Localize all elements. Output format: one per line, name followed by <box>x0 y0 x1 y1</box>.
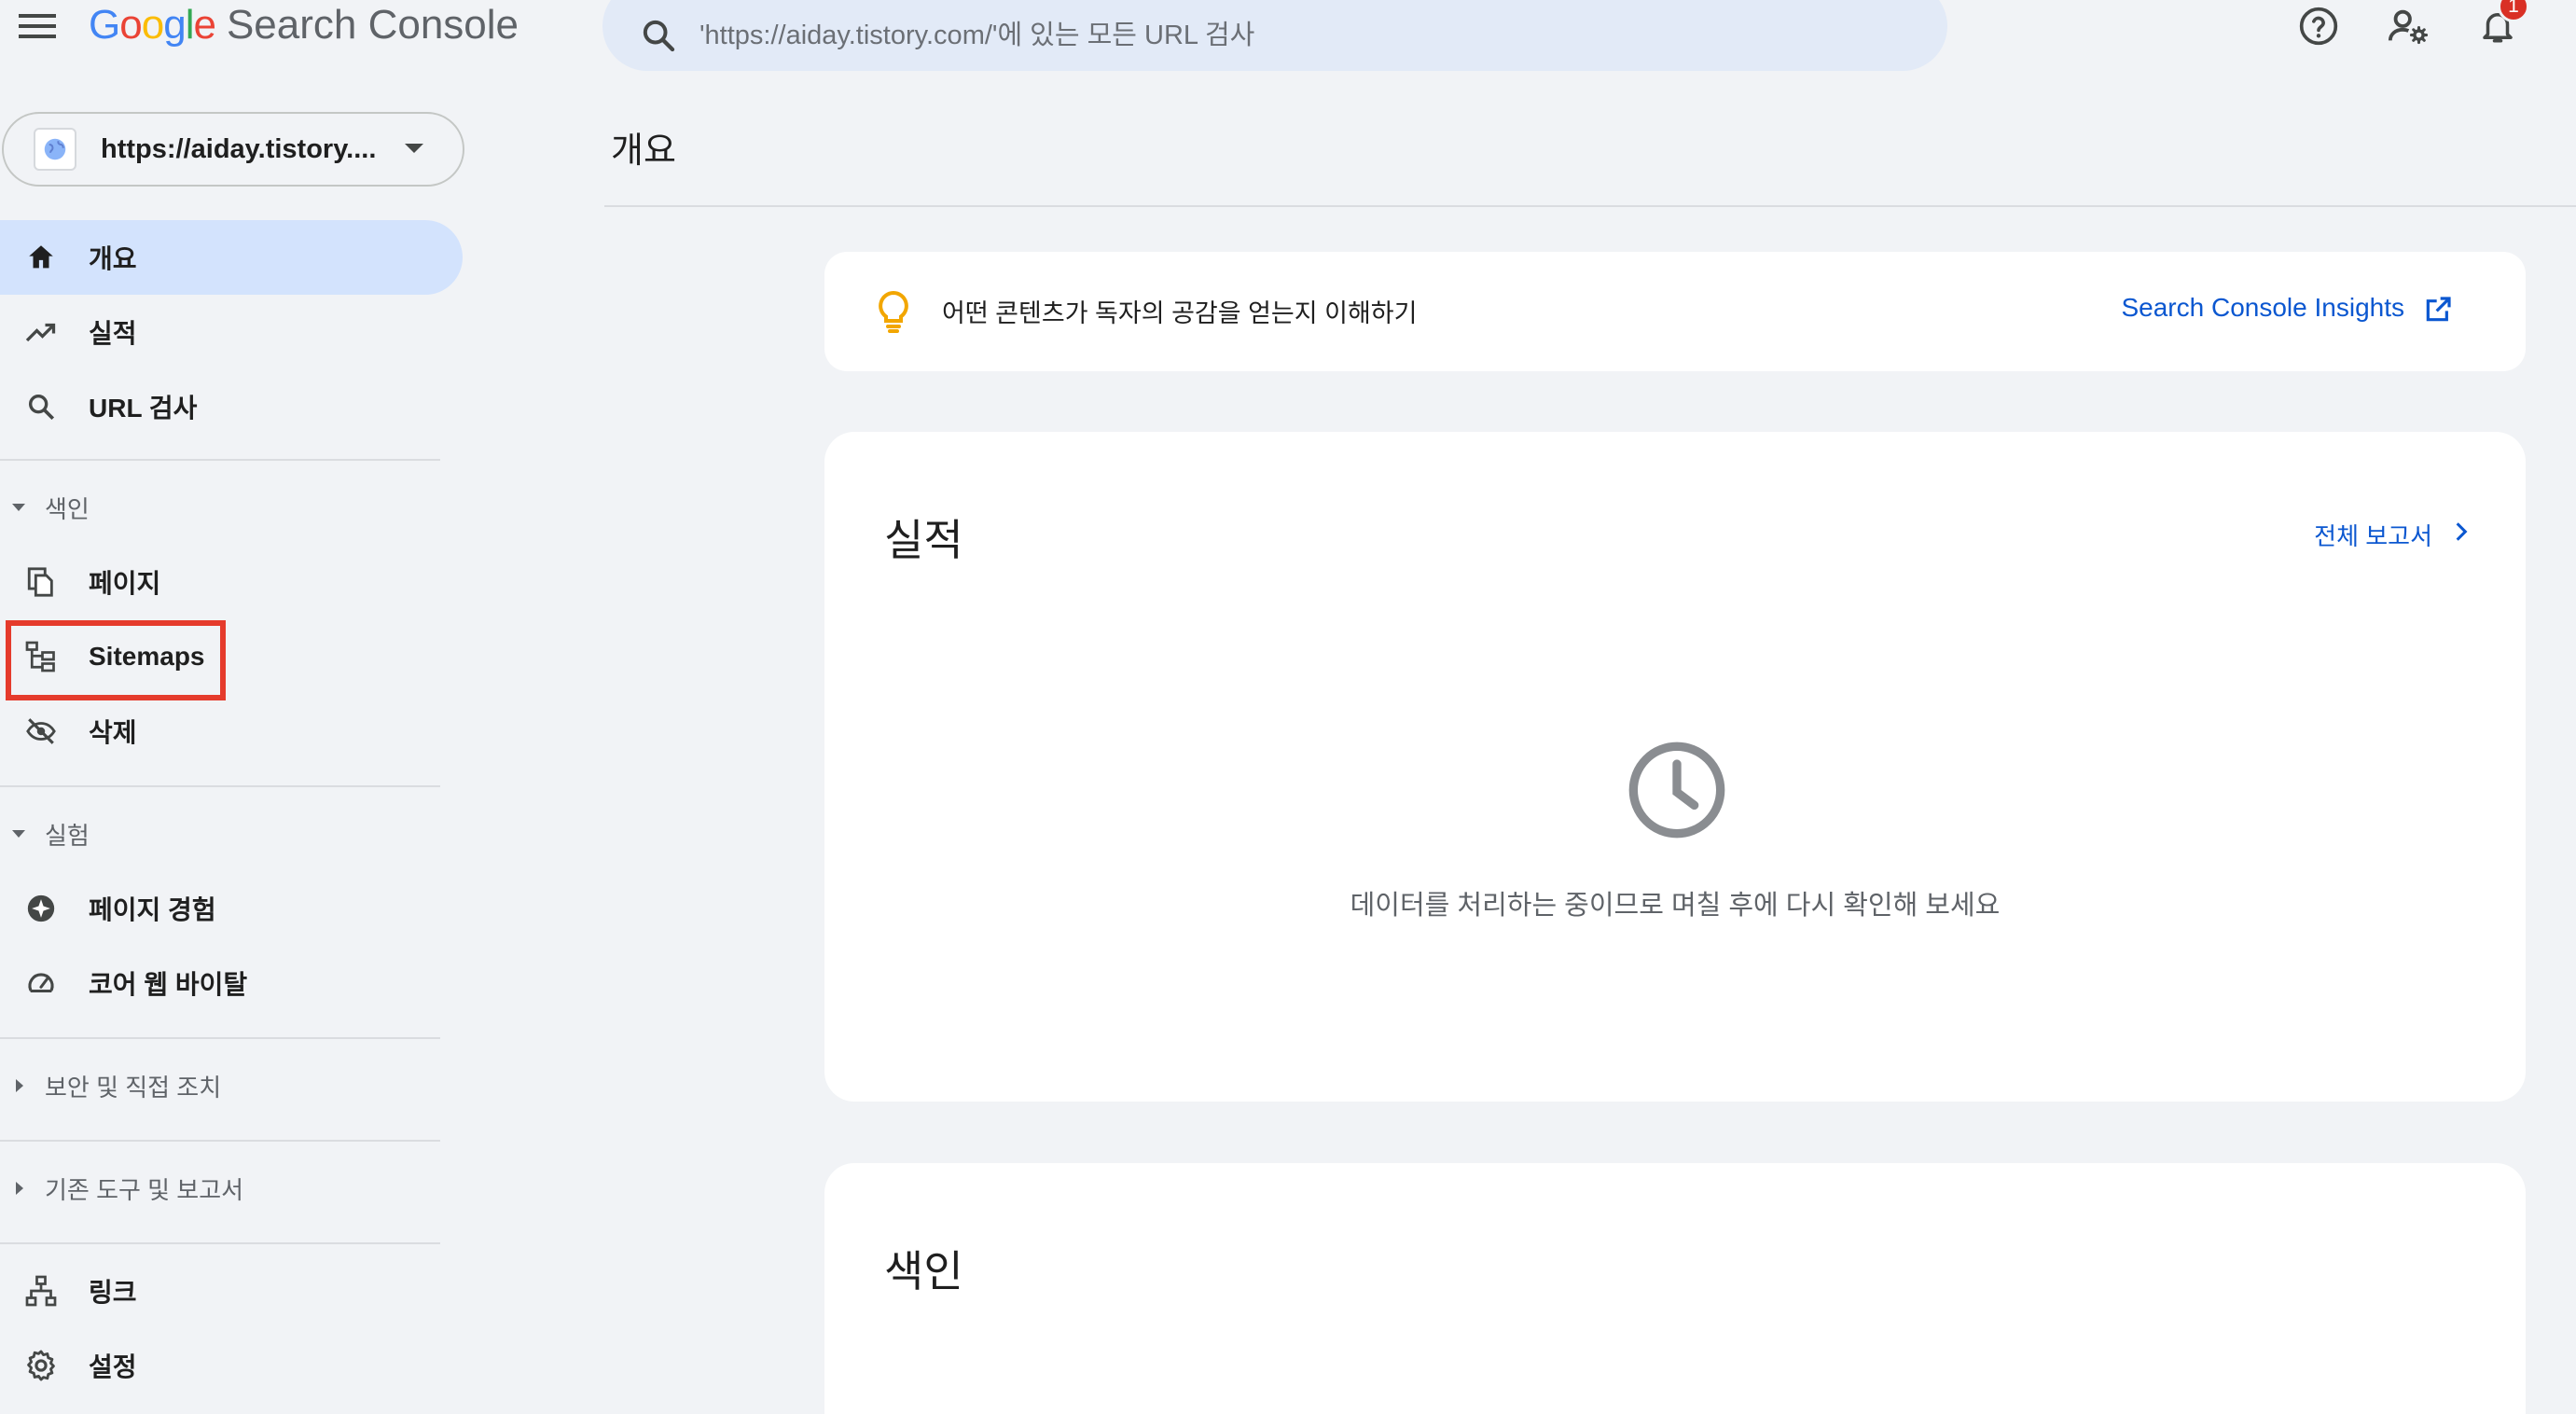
sidebar-item-label: 삭제 <box>89 718 137 747</box>
section-label: 실험 <box>45 821 90 850</box>
insights-banner: 어떤 콘텐츠가 독자의 공감을 얻는지 이해하기 Search Console … <box>824 252 2526 371</box>
sidebar-item-performance[interactable]: 실적 <box>0 295 463 369</box>
links-network-icon <box>22 1272 60 1310</box>
gear-icon <box>22 1347 60 1384</box>
sidebar-item-label: 실적 <box>89 319 137 348</box>
sidebar-divider <box>0 459 440 461</box>
product-name: Search Console <box>226 2 519 48</box>
expand-caret-icon <box>16 1079 23 1092</box>
hamburger-menu-icon[interactable] <box>17 6 58 47</box>
sidebar-item-links[interactable]: 링크 <box>0 1254 463 1328</box>
expand-caret-icon <box>16 1182 23 1195</box>
notifications-bell-icon[interactable]: 1 <box>2472 0 2529 52</box>
performance-card: 실적 전체 보고서 데이터를 처리하는 중이므로 며칠 후에 다시 확인해 보세… <box>824 432 2526 1102</box>
sidebar-divider <box>0 1140 440 1142</box>
chevron-right-icon[interactable] <box>2449 518 2473 550</box>
search-icon[interactable] <box>638 15 679 56</box>
eye-off-icon <box>22 713 60 750</box>
sidebar-item-label: 코어 웹 바이탈 <box>89 970 248 999</box>
index-card: 색인 <box>824 1163 2526 1414</box>
url-inspection-search[interactable] <box>602 0 1947 71</box>
section-toggle-experience[interactable]: 실험 <box>0 806 438 862</box>
title-divider <box>604 205 2576 207</box>
card-title: 실적 <box>884 516 963 564</box>
manage-users-icon[interactable] <box>2382 0 2434 52</box>
page-title: 개요 <box>611 132 676 171</box>
sidebar-item-settings[interactable]: 설정 <box>0 1328 463 1403</box>
insights-text: 어떤 콘텐츠가 독자의 공감을 얻는지 이해하기 <box>942 299 1418 327</box>
search-icon <box>22 388 60 425</box>
collapse-caret-icon <box>12 504 25 511</box>
sidebar-item-url-inspection[interactable]: URL 검사 <box>0 369 463 444</box>
sidebar-item-label: 페이지 경험 <box>89 895 216 924</box>
section-toggle-security[interactable]: 보안 및 직접 조치 <box>0 1058 438 1114</box>
top-bar: Google Search Console 1 <box>0 0 2576 84</box>
sidebar-item-label: 설정 <box>89 1352 137 1381</box>
open-in-new-icon[interactable] <box>2423 295 2453 329</box>
page-experience-star-icon <box>22 890 60 927</box>
collapse-caret-icon <box>12 830 25 838</box>
sidebar-item-label: 링크 <box>89 1278 137 1307</box>
help-icon[interactable] <box>2292 0 2345 52</box>
search-console-app: Google Search Console 1 https://aiday.ti… <box>0 0 2576 1414</box>
sidebar-item-label: 페이지 <box>89 569 161 598</box>
google-search-console-logo[interactable]: Google Search Console <box>89 2 519 58</box>
globe-icon <box>34 128 76 171</box>
processing-message: 데이터를 처리하는 중이므로 며칠 후에 다시 확인해 보세요 <box>1350 891 2001 921</box>
sidebar-divider <box>0 1242 440 1244</box>
search-console-insights-link[interactable]: Search Console Insights <box>2121 293 2404 323</box>
sidebar-item-core-web-vitals[interactable]: 코어 웹 바이탈 <box>0 946 463 1020</box>
sidebar-item-label: 개요 <box>89 244 137 273</box>
sidebar-item-label: URL 검사 <box>89 394 198 423</box>
google-wordmark: Google <box>89 2 216 48</box>
section-toggle-legacy[interactable]: 기존 도구 및 보고서 <box>0 1160 438 1216</box>
section-label: 보안 및 직접 조치 <box>45 1073 222 1102</box>
search-input[interactable] <box>699 20 1819 51</box>
sidebar-item-overview[interactable]: 개요 <box>0 220 463 295</box>
sidebar-item-removals[interactable]: 삭제 <box>0 694 463 769</box>
sidebar-item-pages[interactable]: 페이지 <box>0 545 463 619</box>
dropdown-caret-icon <box>405 144 423 153</box>
property-selector[interactable]: https://aiday.tistory.... <box>2 112 464 187</box>
section-label: 색인 <box>45 494 90 523</box>
sidebar-divider <box>0 1037 440 1039</box>
home-icon <box>22 239 60 276</box>
trending-up-icon <box>22 313 60 351</box>
property-url: https://aiday.tistory.... <box>101 133 377 164</box>
full-report-link[interactable]: 전체 보고서 <box>2314 518 2432 552</box>
card-title: 색인 <box>884 1247 963 1296</box>
clock-icon <box>1625 738 1729 842</box>
lightbulb-icon <box>875 289 920 334</box>
section-label: 기존 도구 및 보고서 <box>45 1175 244 1204</box>
sitemaps-highlight-box <box>6 620 226 700</box>
sidebar-nav: https://aiday.tistory.... 개요 실적 URL 검사 색… <box>0 93 466 1414</box>
section-toggle-index[interactable]: 색인 <box>0 479 438 535</box>
sidebar-item-page-experience[interactable]: 페이지 경험 <box>0 871 463 946</box>
sidebar-divider <box>0 785 440 787</box>
speed-gauge-icon <box>22 964 60 1002</box>
pages-copy-icon <box>22 563 60 601</box>
